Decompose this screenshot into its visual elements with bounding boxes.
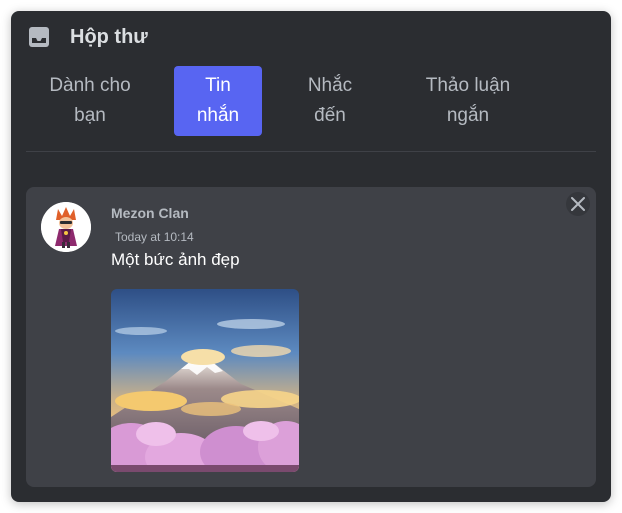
avatar-character-icon — [41, 202, 91, 252]
page-title: Hộp thư — [70, 26, 148, 48]
tab-threads-line1: Thảo luận — [425, 75, 511, 96]
tab-threads-line2: ngắn — [446, 105, 490, 126]
image-attachment[interactable] — [111, 289, 299, 472]
header-divider — [26, 151, 596, 152]
message-timestamp: Today at 10:14 — [115, 230, 194, 244]
tab-mentions-line1: Nhắc — [307, 75, 353, 96]
close-icon — [571, 197, 585, 211]
tab-mentions[interactable]: Nhắc đến — [290, 66, 370, 136]
avatar[interactable] — [41, 202, 91, 252]
close-button[interactable] — [566, 192, 590, 216]
inbox-tabs: Dành cho bạn Tin nhắn Nhắc đến Thảo luận… — [11, 66, 611, 136]
tab-messages-line1: Tin — [205, 75, 231, 96]
message-text: Một bức ảnh đẹp — [111, 250, 240, 269]
inbox-header: Hộp thư — [11, 11, 611, 61]
notification-card[interactable]: Mezon Clan Today at 10:14 Một bức ảnh đẹ… — [26, 187, 596, 487]
tab-for-you-line1: Dành cho — [49, 75, 131, 96]
tab-mentions-line2: đến — [314, 105, 346, 126]
inbox-panel: Hộp thư Dành cho bạn Tin nhắn Nhắc đến T… — [11, 11, 611, 502]
inbox-icon — [29, 27, 49, 47]
tab-messages[interactable]: Tin nhắn — [174, 66, 262, 136]
tab-threads[interactable]: Thảo luận ngắn — [411, 66, 525, 136]
author-name[interactable]: Mezon Clan — [111, 205, 189, 221]
tab-for-you-line2: bạn — [74, 105, 106, 126]
mountain-photo — [111, 289, 299, 472]
tab-messages-line2: nhắn — [196, 105, 240, 126]
tab-for-you[interactable]: Dành cho bạn — [35, 66, 145, 136]
